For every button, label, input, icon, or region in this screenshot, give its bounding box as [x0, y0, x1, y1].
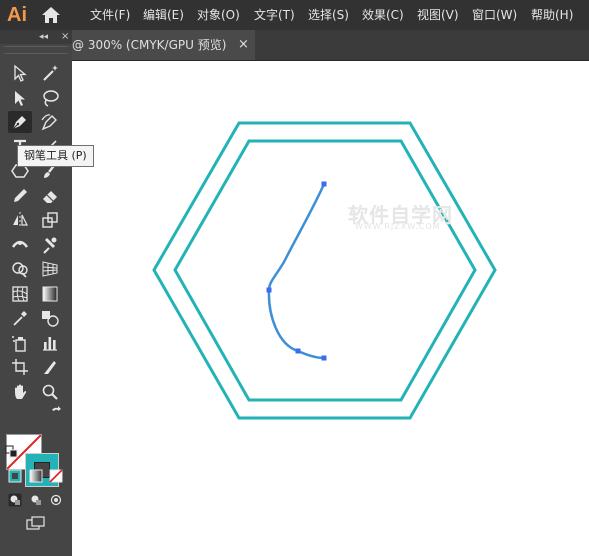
anchor-point[interactable]: [321, 181, 327, 187]
anchor-point[interactable]: [295, 348, 301, 354]
pen-path[interactable]: [267, 183, 326, 360]
anchor-point[interactable]: [266, 287, 272, 293]
inner-hexagon[interactable]: [173, 139, 477, 402]
artwork-layer: [152, 121, 497, 420]
outer-hexagon[interactable]: [152, 121, 497, 420]
anchor-point[interactable]: [321, 355, 327, 361]
watermark-url: WWW.RJZXW.COM: [355, 222, 441, 231]
pen-tool-tooltip: 钢笔工具 (P): [17, 145, 94, 167]
